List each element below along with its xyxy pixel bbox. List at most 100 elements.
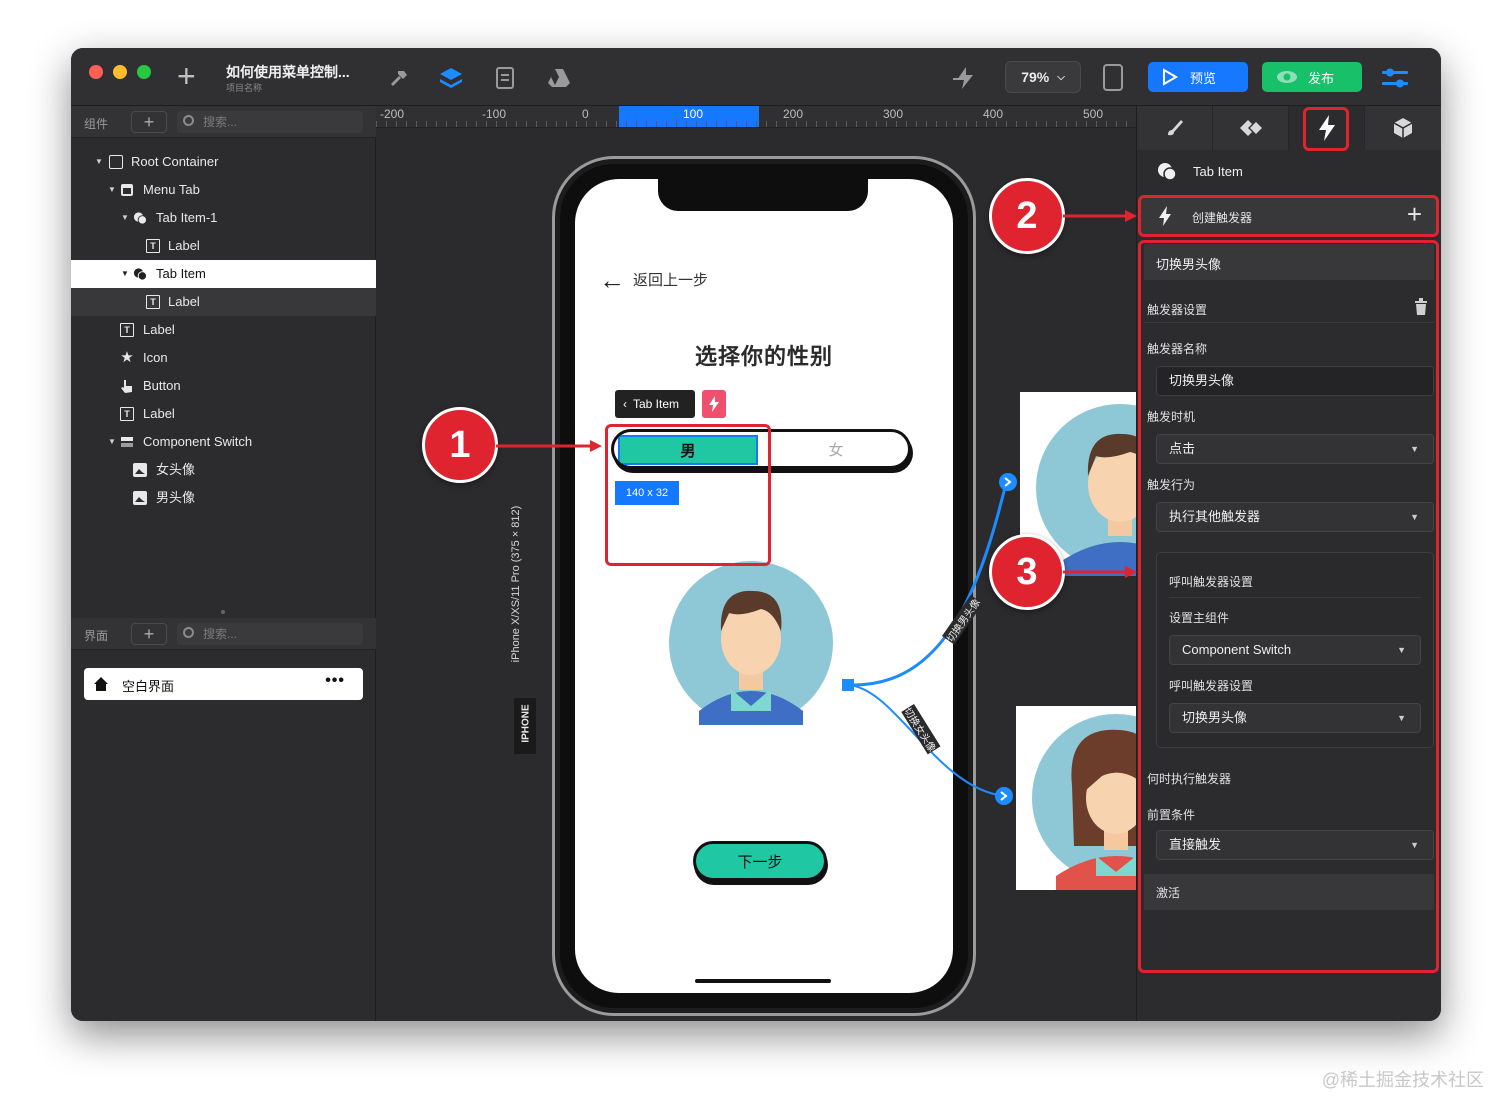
tree-item-label[interactable]: T Label — [71, 316, 376, 344]
tree-item-label[interactable]: T Label — [71, 288, 376, 316]
selected-element-title: Tab Item — [1157, 162, 1243, 180]
ruler-tick: 100 — [683, 107, 704, 121]
caret-down-icon[interactable]: ▼ — [108, 176, 116, 204]
close-window-button[interactable] — [89, 65, 103, 79]
tree-item-label[interactable]: T Label — [71, 232, 376, 260]
zoom-value: 79% — [1021, 69, 1050, 85]
chat-bubble-icon — [133, 267, 147, 281]
app-window: + 如何使用菜单控制... 项目名称 79% ⌵ 预览 发布 组件 + 搜索..… — [71, 48, 1441, 1021]
tree-item-root-container[interactable]: ▼ Root Container — [71, 148, 376, 176]
ruler-tick: -100 — [482, 107, 507, 121]
caret-down-icon[interactable]: ▼ — [121, 260, 129, 288]
tree-item-label: Label — [143, 322, 175, 337]
project-subtitle: 项目名称 — [226, 83, 263, 93]
add-page-button[interactable]: + — [131, 623, 167, 645]
top-toolbar: + 如何使用菜单控制... 项目名称 79% ⌵ 预览 发布 — [71, 48, 1441, 106]
step-3-arrow — [1063, 566, 1137, 578]
zoom-select[interactable]: 79% ⌵ — [1005, 61, 1081, 93]
horizontal-ruler: -200 -100 0 100 200 300 400 500 — [376, 106, 1136, 128]
layers-search-input[interactable]: 搜索... — [177, 111, 363, 133]
tree-item-male-avatar[interactable]: 男头像 — [71, 484, 376, 512]
tab-interaction[interactable] — [1213, 106, 1289, 150]
inspector-tabs — [1137, 106, 1441, 150]
ruler-tick: -200 — [380, 107, 405, 121]
component-switch-icon — [120, 435, 134, 449]
annotation-box-tab-item — [605, 424, 771, 566]
annotation-box-create-trigger — [1138, 195, 1439, 237]
female-avatar-card[interactable] — [1016, 706, 1136, 890]
preview-label: 预览 — [1190, 70, 1217, 86]
step-1-arrow — [496, 440, 602, 452]
tree-item-label: Icon — [143, 350, 168, 365]
text-icon: T — [146, 239, 160, 253]
zoom-window-button[interactable] — [137, 65, 151, 79]
add-icon[interactable]: + — [177, 60, 196, 92]
tree-item-component-switch[interactable]: ▼ Component Switch — [71, 428, 376, 456]
step-badge-1: 1 — [422, 407, 498, 483]
panel-resize-handle[interactable] — [221, 610, 225, 614]
star-icon: ★ — [120, 349, 134, 366]
layers-panel-header: 组件 + 搜索... — [71, 106, 376, 138]
tree-item-menu-tab[interactable]: ▼ Menu Tab — [71, 176, 376, 204]
caret-down-icon[interactable]: ▼ — [121, 204, 129, 232]
layers-icon[interactable] — [437, 64, 465, 92]
add-component-button[interactable]: + — [131, 111, 167, 133]
inspector-panel: Tab Item 创建触发器 + 切换男头像 触发器设置 触发器名称 切换男头像… — [1136, 106, 1441, 1021]
play-icon — [1163, 68, 1178, 86]
tree-item-label: Label — [168, 238, 200, 253]
device-icon[interactable] — [1103, 64, 1123, 91]
layers-search-placeholder: 搜索... — [203, 115, 238, 129]
caret-down-icon[interactable]: ▼ — [108, 428, 116, 456]
search-icon — [183, 115, 194, 126]
tab-components[interactable] — [1365, 106, 1441, 150]
ruler-tick: 200 — [783, 107, 804, 121]
document-icon[interactable] — [491, 64, 519, 92]
search-icon — [183, 627, 194, 638]
layers-panel: 组件 + 搜索... ▼ Root Container ▼ Menu Tab ▼… — [71, 106, 376, 1021]
menu-tab-icon — [120, 183, 134, 197]
tree-item-label: Menu Tab — [143, 182, 200, 197]
step-badge-2: 2 — [989, 178, 1065, 254]
hammer-icon[interactable] — [385, 64, 413, 92]
tree-item-tab-item-selected[interactable]: ▼ Tab Item — [71, 260, 376, 288]
minimize-window-button[interactable] — [113, 65, 127, 79]
tree-item-label: Button — [143, 378, 181, 393]
brush-icon — [1167, 120, 1183, 136]
diamond-arrows-icon — [1239, 120, 1262, 136]
tree-item-label[interactable]: T Label — [71, 400, 376, 428]
tree-item-button[interactable]: Button — [71, 372, 376, 400]
more-icon[interactable]: ••• — [325, 672, 345, 690]
caret-down-icon[interactable]: ▼ — [95, 148, 103, 176]
quick-trigger-icon[interactable] — [951, 64, 979, 92]
annotation-box-trigger-tab — [1303, 107, 1349, 151]
tree-item-female-avatar[interactable]: 女头像 — [71, 456, 376, 484]
pages-panel-header: 界面 + 搜索... — [71, 618, 376, 650]
preview-button[interactable]: 预览 — [1148, 62, 1248, 92]
text-icon: T — [120, 407, 134, 421]
eye-icon — [1277, 71, 1297, 83]
image-icon — [133, 463, 147, 477]
image-icon — [133, 491, 147, 505]
step-badge-3: 3 — [989, 534, 1065, 610]
publish-label: 发布 — [1308, 70, 1335, 86]
project-title[interactable]: 如何使用菜单控制... — [226, 62, 350, 82]
ruler-tick: 0 — [582, 107, 589, 121]
tree-item-tab-item-1[interactable]: ▼ Tab Item-1 — [71, 204, 376, 232]
page-item-blank[interactable]: 空白界面 ••• — [84, 668, 363, 700]
pages-panel-title: 界面 — [84, 629, 109, 643]
tab-style[interactable] — [1137, 106, 1213, 150]
pages-search-input[interactable]: 搜索... — [177, 623, 363, 645]
publish-button[interactable]: 发布 — [1262, 62, 1362, 92]
tree-item-label: 男头像 — [156, 490, 196, 505]
home-icon — [93, 676, 109, 692]
text-icon: T — [120, 323, 134, 337]
tree-item-icon[interactable]: ★ Icon — [71, 344, 376, 372]
watermark: @稀土掘金技术社区 — [1321, 1070, 1484, 1090]
annotation-box-trigger-settings — [1138, 240, 1439, 973]
drive-icon[interactable] — [545, 64, 573, 92]
sliders-icon[interactable] — [1380, 65, 1410, 91]
tree-item-label: Tab Item — [156, 266, 206, 281]
ruler-marks — [376, 121, 1136, 127]
tree-item-label: Component Switch — [143, 434, 253, 449]
tree-item-label: Tab Item-1 — [156, 210, 218, 225]
